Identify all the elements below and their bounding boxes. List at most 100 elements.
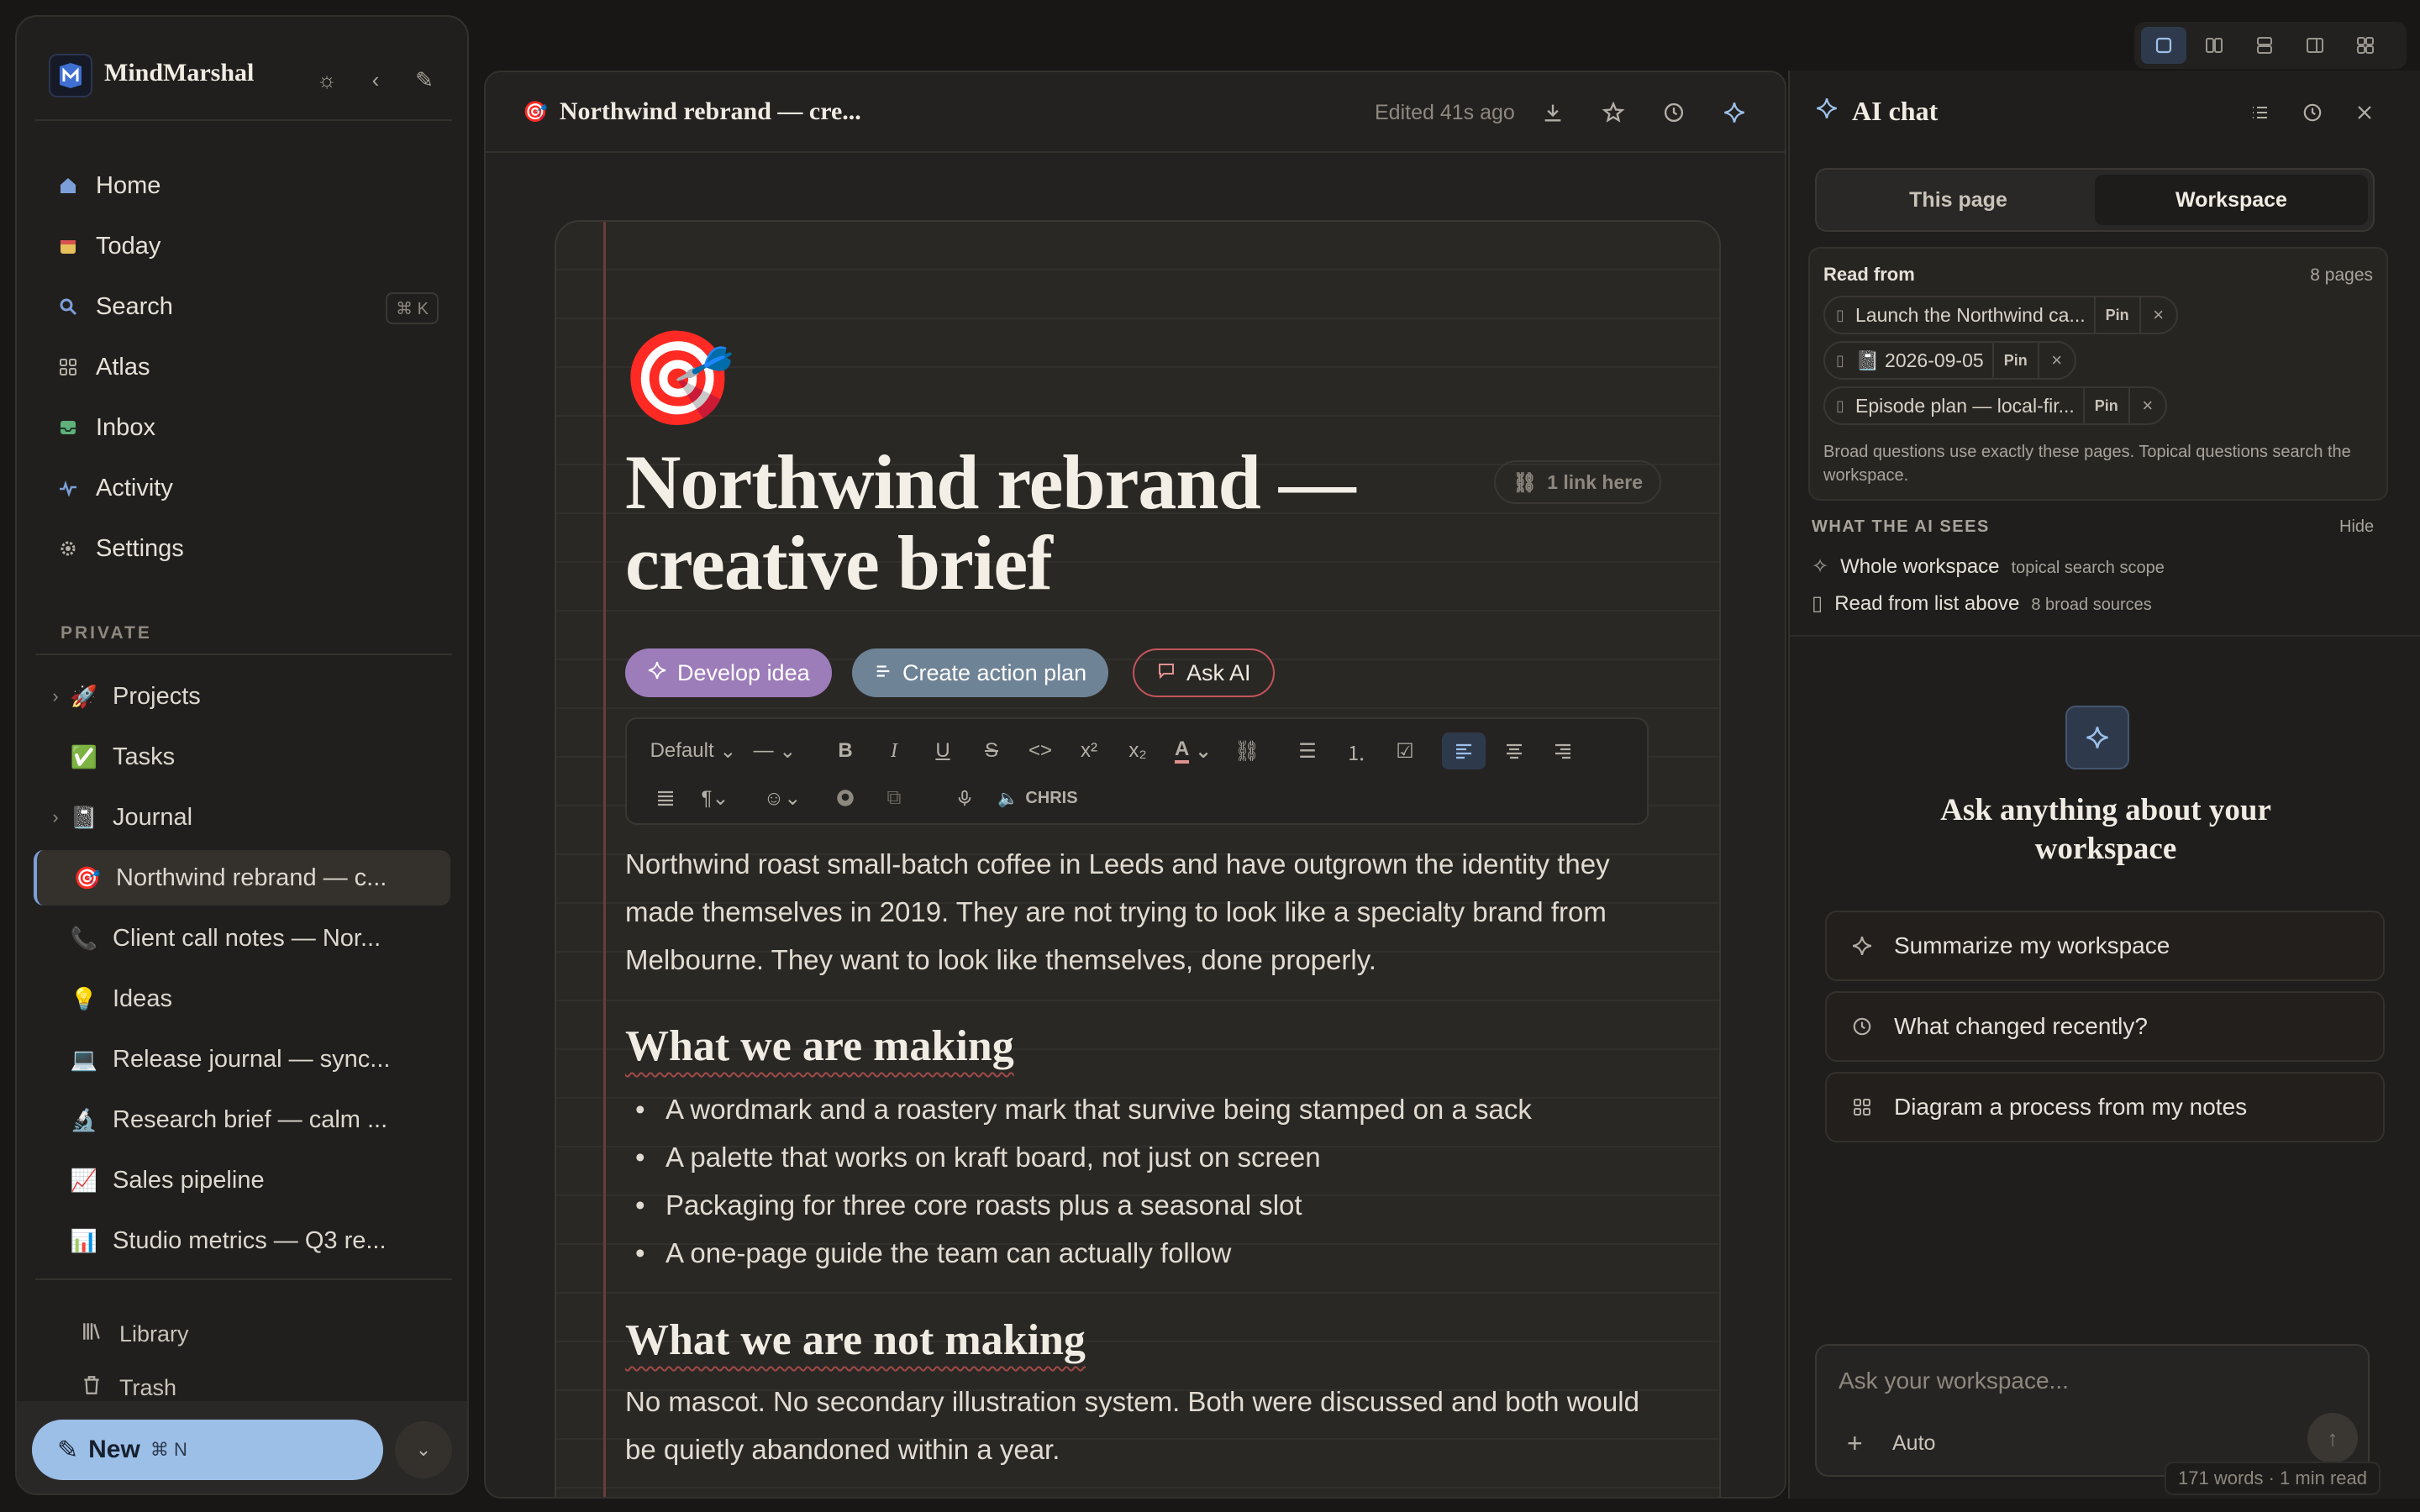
- tree-item-northwind-rebrand[interactable]: 🎯 Northwind rebrand — c...: [34, 850, 450, 906]
- download-icon[interactable]: [1536, 96, 1570, 129]
- chevron-right-icon[interactable]: ›: [34, 806, 67, 828]
- underline-icon[interactable]: U: [924, 732, 961, 769]
- tree-item-tasks[interactable]: ✅ Tasks: [34, 729, 467, 785]
- list-item[interactable]: A one-page guide the team can actually f…: [625, 1229, 1634, 1277]
- remove-icon[interactable]: ×: [2130, 395, 2165, 417]
- lightbulb-icon: 💡: [70, 985, 98, 1011]
- nav-search[interactable]: Search ⌘ K: [34, 279, 454, 334]
- sparkle-icon[interactable]: [1718, 96, 1751, 129]
- backlinks-badge[interactable]: ⛓ 1 link here: [1494, 460, 1661, 504]
- copy-icon[interactable]: ⧉: [876, 780, 913, 816]
- align-left-icon[interactable]: [1442, 732, 1486, 769]
- bold-icon[interactable]: B: [827, 732, 864, 769]
- page-icon[interactable]: 🎯: [620, 324, 735, 433]
- list-item[interactable]: A palette that works on kraft board, not…: [625, 1133, 1634, 1181]
- section-heading[interactable]: What we are making: [625, 1021, 1014, 1071]
- tree-item-projects[interactable]: › 🚀 Projects: [34, 669, 467, 724]
- nav-inbox[interactable]: Inbox: [34, 400, 454, 455]
- align-center-icon[interactable]: [1496, 732, 1533, 769]
- collapse-sidebar-icon[interactable]: ‹: [363, 67, 388, 92]
- list-item[interactable]: Packaging for three core roasts plus a s…: [625, 1181, 1634, 1229]
- sidebar-item-library[interactable]: Library: [81, 1320, 189, 1348]
- grid-layout-icon[interactable]: [2343, 27, 2388, 64]
- strikethrough-icon[interactable]: S: [973, 732, 1010, 769]
- voice-select[interactable]: 🔈 CHRIS: [992, 780, 1084, 816]
- source-chip-label: 📓 2026-09-05: [1855, 349, 1984, 371]
- superscript-icon[interactable]: x²: [1071, 732, 1107, 769]
- tree-item-research-brief[interactable]: 🔬 Research brief — calm ...: [34, 1092, 467, 1147]
- tree-item-sales-pipeline[interactable]: 📈 Sales pipeline: [34, 1152, 467, 1208]
- tree-item-release-journal[interactable]: 💻 Release journal — sync...: [34, 1032, 467, 1087]
- develop-idea-button[interactable]: Develop idea: [625, 648, 832, 697]
- source-chip[interactable]: ▯ Launch the Northwind ca... Pin ×: [1823, 296, 2178, 334]
- tree-item-studio-metrics[interactable]: 📊 Studio metrics — Q3 re...: [34, 1213, 467, 1268]
- chat-input[interactable]: Ask your workspace...: [1839, 1368, 2069, 1394]
- create-action-plan-button[interactable]: Create action plan: [852, 648, 1109, 697]
- numbered-list-icon[interactable]: ⒈: [1338, 732, 1375, 769]
- divider-select[interactable]: — ⌄: [750, 732, 800, 769]
- tree-item-ideas[interactable]: 💡 Ideas: [34, 971, 467, 1026]
- justify-icon[interactable]: [647, 780, 684, 816]
- ask-ai-button[interactable]: Ask AI: [1133, 648, 1275, 697]
- hide-button[interactable]: Hide: [2339, 517, 2374, 537]
- section-paragraph[interactable]: No mascot. No secondary illustration sys…: [625, 1378, 1659, 1473]
- github-icon[interactable]: [827, 780, 864, 816]
- chevron-right-icon[interactable]: ›: [34, 685, 67, 707]
- align-right-icon[interactable]: [1544, 732, 1581, 769]
- source-chip[interactable]: ▯ Episode plan — local-fir... Pin ×: [1823, 386, 2167, 425]
- mode-select[interactable]: Auto: [1892, 1431, 1935, 1456]
- new-page-button[interactable]: ✎ New ⌘ N: [32, 1420, 383, 1480]
- nav-today[interactable]: Today: [34, 218, 454, 274]
- remove-icon[interactable]: ×: [2141, 304, 2176, 326]
- clock-icon: [1850, 1016, 1874, 1037]
- tree-item-journal[interactable]: › 📓 Journal: [34, 790, 467, 845]
- text-color-icon[interactable]: A ⌄: [1168, 732, 1218, 769]
- nav-settings[interactable]: Settings: [34, 521, 454, 576]
- text-style-select[interactable]: Default ⌄: [647, 732, 739, 769]
- suggestion-diagram[interactable]: Diagram a process from my notes: [1825, 1072, 2385, 1142]
- page-title[interactable]: Northwind rebrand — creative brief: [625, 442, 1365, 603]
- tree-item-client-call-notes[interactable]: 📞 Client call notes — Nor...: [34, 911, 467, 966]
- history-icon[interactable]: [2296, 96, 2329, 129]
- section-heading[interactable]: What we are not making: [625, 1315, 1086, 1365]
- pin-button[interactable]: Pin: [1991, 342, 2039, 379]
- close-icon[interactable]: [2348, 96, 2381, 129]
- italic-icon[interactable]: I: [876, 732, 913, 769]
- sidebar-item-trash[interactable]: Trash: [81, 1374, 176, 1402]
- suggestion-summarize[interactable]: Summarize my workspace: [1825, 911, 2385, 981]
- split-horizontal-icon[interactable]: [2242, 27, 2287, 64]
- remove-icon[interactable]: ×: [2039, 349, 2075, 371]
- pin-button[interactable]: Pin: [2082, 387, 2130, 424]
- document-breadcrumb[interactable]: 🎯 Northwind rebrand — cre...: [523, 97, 861, 126]
- bullet-list-icon[interactable]: ☰: [1289, 732, 1326, 769]
- star-icon[interactable]: [1597, 96, 1630, 129]
- nav-atlas[interactable]: Atlas: [34, 339, 454, 395]
- code-icon[interactable]: <>: [1022, 732, 1059, 769]
- list-item[interactable]: A wordmark and a roastery mark that surv…: [625, 1085, 1634, 1133]
- intro-paragraph[interactable]: Northwind roast small-batch coffee in Le…: [625, 840, 1659, 984]
- edit-icon[interactable]: ✎: [412, 67, 437, 92]
- checklist-icon[interactable]: ☑: [1386, 732, 1423, 769]
- nav-activity[interactable]: Activity: [34, 460, 454, 516]
- tab-workspace[interactable]: Workspace: [2095, 175, 2368, 225]
- source-chip[interactable]: ▯ 📓 2026-09-05 Pin ×: [1823, 341, 2076, 380]
- add-icon[interactable]: +: [1847, 1428, 1863, 1459]
- split-vertical-icon[interactable]: [2191, 27, 2237, 64]
- microphone-icon[interactable]: [946, 780, 983, 816]
- single-pane-icon[interactable]: [2141, 27, 2186, 64]
- link-icon[interactable]: ⛓: [1228, 732, 1265, 769]
- subscript-icon[interactable]: x₂: [1119, 732, 1156, 769]
- send-arrow-icon[interactable]: ↑: [2307, 1413, 2358, 1463]
- chat-composer[interactable]: Ask your workspace... + Auto: [1815, 1344, 2370, 1477]
- tab-this-page[interactable]: This page: [1822, 175, 2095, 225]
- suggestion-what-changed[interactable]: What changed recently?: [1825, 991, 2385, 1062]
- theme-toggle-icon[interactable]: ☼: [314, 67, 339, 92]
- list-icon[interactable]: [2244, 96, 2277, 129]
- pin-button[interactable]: Pin: [2093, 297, 2141, 333]
- nav-home[interactable]: Home: [34, 158, 454, 213]
- chevron-down-icon[interactable]: ⌄: [395, 1421, 452, 1478]
- side-panel-icon[interactable]: [2292, 27, 2338, 64]
- emoji-icon[interactable]: ☺⌄: [760, 780, 805, 816]
- paragraph-icon[interactable]: ¶⌄: [694, 780, 736, 816]
- history-icon[interactable]: [1657, 96, 1691, 129]
